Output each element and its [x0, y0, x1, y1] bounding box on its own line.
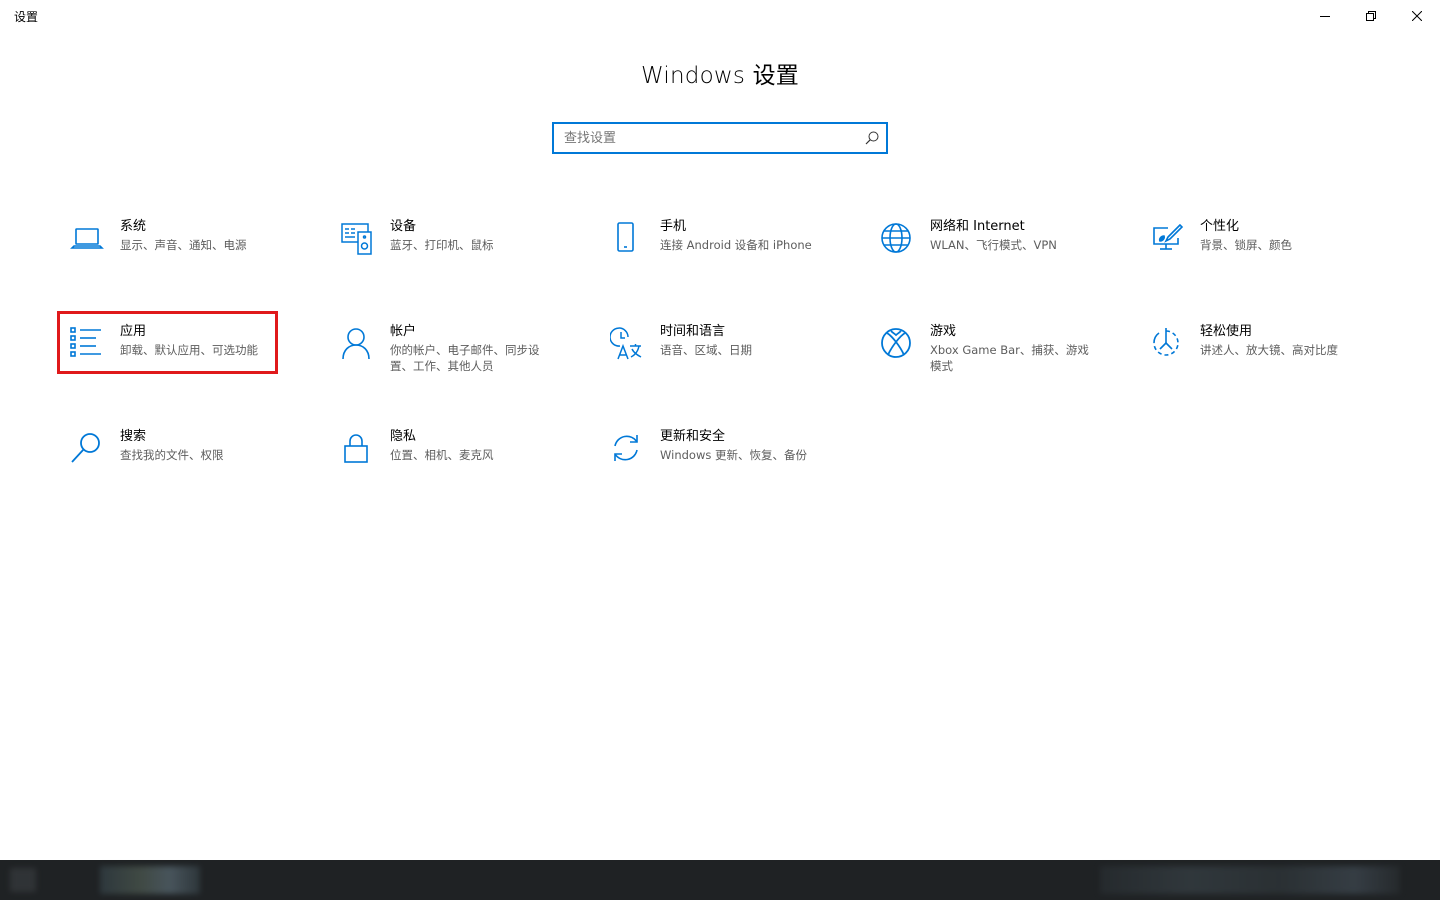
tile-title: 搜索 [120, 429, 147, 444]
tile-text: 系统 显示、声音、通知、电源 [120, 218, 290, 253]
tile-title: 更新和安全 [660, 429, 726, 444]
sync-icon [610, 432, 644, 466]
person-icon [340, 327, 374, 361]
tile-text: 个性化 背景、锁屏、颜色 [1200, 218, 1370, 253]
tile-desc: Xbox Game Bar、捕获、游戏模式 [930, 343, 1089, 373]
app-title: 设置 [14, 10, 39, 24]
tile-desc: 语音、区域、日期 [660, 343, 752, 357]
tile-network[interactable]: 网络和 Internet WLAN、飞行模式、VPN [870, 218, 1090, 288]
tile-desc: 查找我的文件、权限 [120, 448, 224, 462]
tile-title: 系统 [120, 219, 147, 234]
tile-desc: 背景、锁屏、颜色 [1200, 238, 1292, 252]
tile-time-language[interactable]: 时间和语言 语音、区域、日期 [600, 323, 820, 393]
tile-system[interactable]: 系统 显示、声音、通知、电源 [60, 218, 280, 288]
search-input[interactable] [554, 124, 864, 152]
devices-icon [340, 222, 374, 256]
tile-privacy[interactable]: 隐私 位置、相机、麦克风 [330, 428, 550, 498]
tile-title: 设备 [390, 219, 417, 234]
tile-desc: 讲述人、放大镜、高对比度 [1200, 343, 1338, 357]
settings-window: 设置 Windows 设置 查找设置 系统 显示、声音、通知、电源 设备 蓝牙、… [0, 0, 1440, 860]
tile-text: 帐户 你的帐户、电子邮件、同步设置、工作、其他人员 [390, 323, 560, 374]
restore-button[interactable] [1348, 0, 1394, 32]
tile-text: 游戏 Xbox Game Bar、捕获、游戏模式 [930, 323, 1100, 374]
tile-apps[interactable]: 应用 卸载、默认应用、可选功能 [60, 323, 280, 393]
taskbar-pinned-apps[interactable] [100, 866, 200, 894]
tile-title: 时间和语言 [660, 324, 726, 339]
tile-text: 更新和安全 Windows 更新、恢复、备份 [660, 428, 830, 463]
page-title: Windows 设置 [641, 63, 799, 89]
tile-desc: Windows 更新、恢复、备份 [660, 448, 807, 462]
close-button[interactable] [1394, 0, 1440, 32]
window-controls [1302, 0, 1440, 32]
tile-text: 时间和语言 语音、区域、日期 [660, 323, 830, 358]
tile-desc: 显示、声音、通知、电源 [120, 238, 247, 252]
start-button[interactable] [10, 868, 36, 892]
apps-list-icon [70, 327, 104, 361]
minimize-button[interactable] [1302, 0, 1348, 32]
phone-icon [610, 222, 644, 256]
search-box[interactable] [552, 122, 888, 154]
restore-icon [1366, 11, 1376, 21]
taskbar [0, 860, 1440, 900]
tile-personalization[interactable]: 个性化 背景、锁屏、颜色 [1140, 218, 1360, 288]
time-language-icon [610, 327, 644, 361]
tile-desc: 蓝牙、打印机、鼠标 [390, 238, 494, 252]
globe-icon [880, 222, 914, 256]
tile-desc: 你的帐户、电子邮件、同步设置、工作、其他人员 [390, 343, 540, 373]
tile-devices[interactable]: 设备 蓝牙、打印机、鼠标 [330, 218, 550, 288]
tile-title: 帐户 [390, 324, 417, 339]
minimize-icon [1320, 16, 1330, 17]
tile-gaming[interactable]: 游戏 Xbox Game Bar、捕获、游戏模式 [870, 323, 1090, 393]
tile-text: 应用 卸载、默认应用、可选功能 [120, 323, 290, 358]
tile-title: 游戏 [930, 324, 957, 339]
tile-ease-of-access[interactable]: 轻松使用 讲述人、放大镜、高对比度 [1140, 323, 1360, 393]
tile-text: 网络和 Internet WLAN、飞行模式、VPN [930, 218, 1100, 253]
tile-text: 隐私 位置、相机、麦克风 [390, 428, 560, 463]
xbox-icon [880, 327, 914, 361]
tile-accounts[interactable]: 帐户 你的帐户、电子邮件、同步设置、工作、其他人员 [330, 323, 550, 393]
tile-desc: WLAN、飞行模式、VPN [930, 238, 1057, 252]
tile-text: 手机 连接 Android 设备和 iPhone [660, 218, 830, 253]
brush-icon [1150, 222, 1184, 256]
tile-update-security[interactable]: 更新和安全 Windows 更新、恢复、备份 [600, 428, 820, 498]
tile-title: 隐私 [390, 429, 417, 444]
tile-search[interactable]: 搜索 查找我的文件、权限 [60, 428, 280, 498]
search-icon[interactable] [864, 130, 880, 146]
lock-icon [340, 432, 374, 466]
tile-text: 设备 蓝牙、打印机、鼠标 [390, 218, 560, 253]
tile-desc: 卸载、默认应用、可选功能 [120, 343, 258, 357]
title-bar[interactable]: 设置 [0, 0, 1440, 32]
tile-title: 手机 [660, 219, 687, 234]
ease-of-access-icon [1150, 327, 1184, 361]
tile-title: 轻松使用 [1200, 324, 1253, 339]
tile-phone[interactable]: 手机 连接 Android 设备和 iPhone [600, 218, 820, 288]
laptop-icon [70, 222, 104, 256]
tile-text: 搜索 查找我的文件、权限 [120, 428, 290, 463]
tile-title: 个性化 [1200, 219, 1240, 234]
tile-desc: 连接 Android 设备和 iPhone [660, 238, 812, 252]
tile-title: 网络和 Internet [930, 219, 1025, 234]
close-icon [1412, 11, 1422, 21]
tile-title: 应用 [120, 324, 147, 339]
system-tray[interactable] [1100, 866, 1400, 894]
magnifier-icon [70, 432, 104, 466]
tile-text: 轻松使用 讲述人、放大镜、高对比度 [1200, 323, 1370, 358]
tile-desc: 位置、相机、麦克风 [390, 448, 494, 462]
